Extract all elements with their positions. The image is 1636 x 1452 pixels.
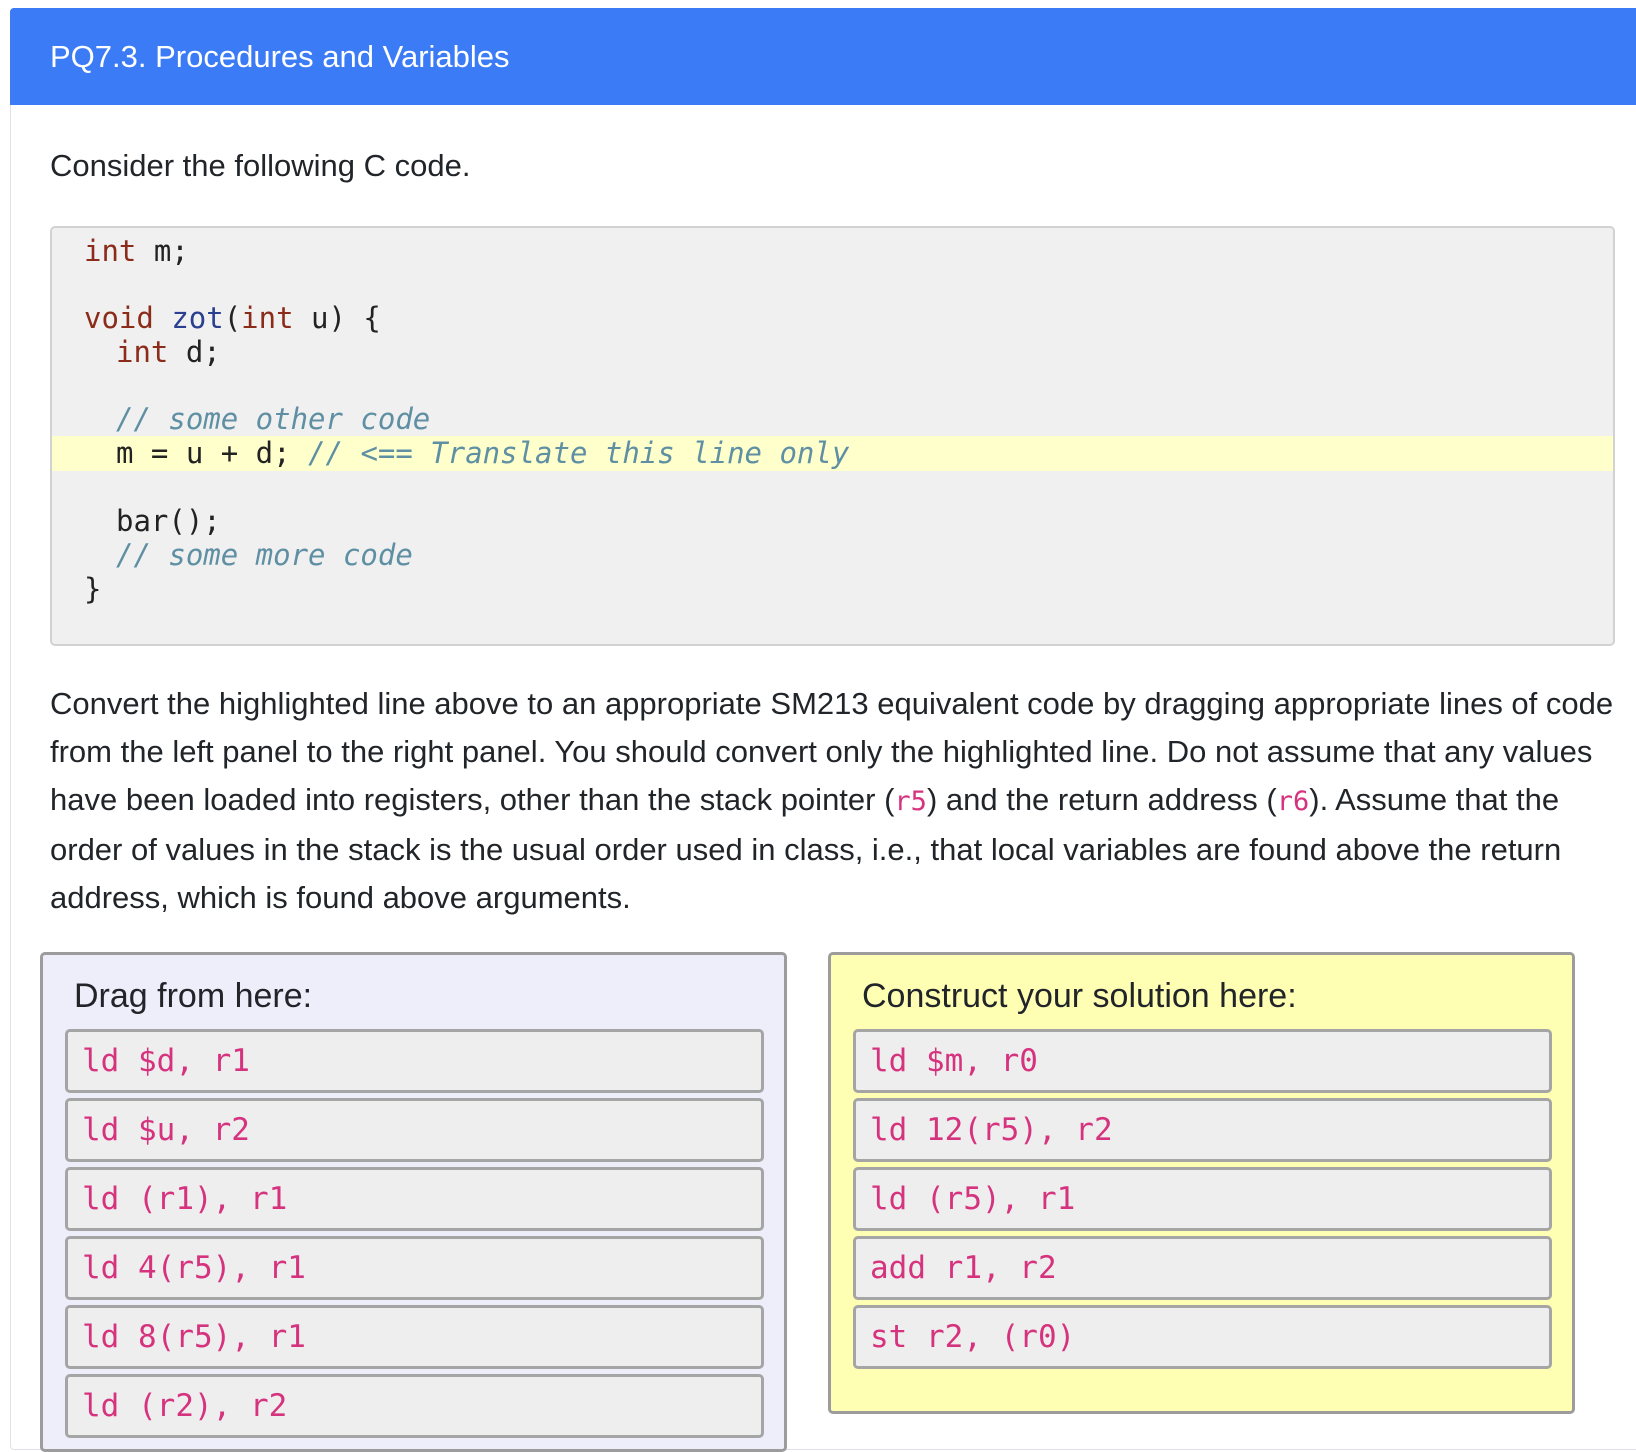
code-text: m = u + d; (116, 436, 309, 470)
code-comment: // some more code (116, 538, 413, 572)
code-line-9: bar(); (52, 504, 1613, 539)
source-panel-title: Drag from here: (74, 977, 313, 1015)
code-keyword: void (84, 301, 154, 335)
solution-code-block[interactable]: ld $m, r0 (853, 1029, 1552, 1093)
solution-code-block[interactable]: st r2, (r0) (853, 1305, 1552, 1369)
code-line-4: int d; (52, 335, 1613, 370)
draggable-code-block[interactable]: ld (r2), r2 (65, 1374, 764, 1438)
solution-code-block[interactable]: ld (r5), r1 (853, 1167, 1552, 1231)
code-text: } (84, 572, 102, 606)
draggable-code-block[interactable]: ld $d, r1 (65, 1029, 764, 1093)
solution-code-block[interactable]: ld 12(r5), r2 (853, 1098, 1552, 1162)
draggable-code-block[interactable]: ld 8(r5), r1 (65, 1305, 764, 1369)
solution-panel-title: Construct your solution here: (862, 977, 1297, 1015)
intro-text: Consider the following C code. (50, 148, 471, 183)
instructions-part: ) and the return address ( (926, 782, 1277, 817)
code-comment: // <== Translate this line only (308, 436, 850, 470)
code-text: bar(); (116, 504, 221, 538)
question-title: PQ7.3. Procedures and Variables (10, 8, 1636, 105)
register-code: r5 (894, 786, 927, 817)
code-line-3: void zot(int u) { (52, 301, 1613, 336)
code-keyword: int (116, 335, 169, 369)
draggable-code-block[interactable]: ld 4(r5), r1 (65, 1236, 764, 1300)
source-panel[interactable]: Drag from here: ld $d, r1 ld $u, r2 ld (… (40, 952, 787, 1452)
solution-panel[interactable]: Construct your solution here: ld $m, r0 … (828, 952, 1575, 1414)
solution-code-block[interactable]: add r1, r2 (853, 1236, 1552, 1300)
code-block: int m; void zot(int u) { int d; // some … (50, 226, 1615, 646)
code-text: ( (223, 301, 242, 335)
code-function-name: zot (171, 301, 224, 335)
code-text: m; (136, 234, 189, 268)
code-line-6: // some other code (52, 402, 1613, 437)
code-line-highlighted: m = u + d; // <== Translate this line on… (52, 436, 1613, 471)
draggable-code-block[interactable]: ld $u, r2 (65, 1098, 764, 1162)
draggable-code-block[interactable]: ld (r1), r1 (65, 1167, 764, 1231)
code-line-1: int m; (52, 234, 1613, 269)
instructions-text: Convert the highlighted line above to an… (50, 680, 1620, 922)
code-text: u) { (293, 301, 381, 335)
code-line-11: } (52, 572, 1613, 607)
code-comment: // some other code (116, 402, 431, 436)
code-keyword: int (84, 234, 137, 268)
code-text: d; (168, 335, 221, 369)
code-keyword: int (241, 301, 294, 335)
register-code: r6 (1276, 786, 1310, 817)
code-line-10: // some more code (52, 538, 1613, 573)
